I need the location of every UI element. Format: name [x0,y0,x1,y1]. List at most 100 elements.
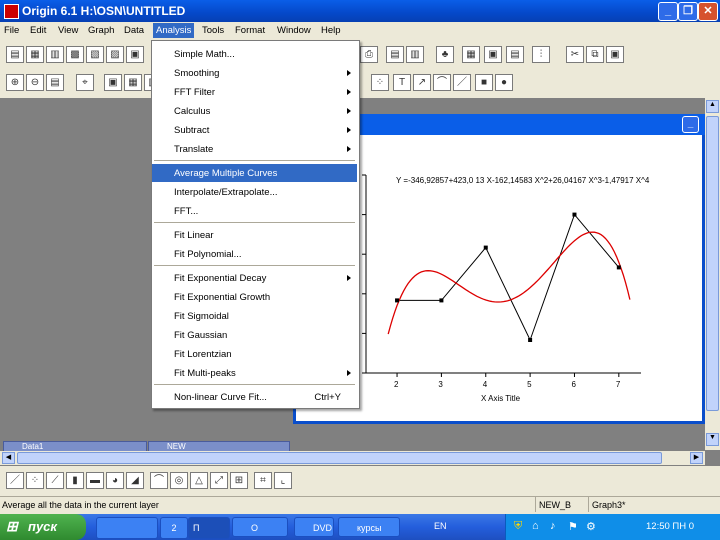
new-matrix-icon[interactable]: ▩ [66,46,84,63]
new-excel-icon[interactable]: ▨ [106,46,124,63]
settings-icon[interactable]: ⚙ [586,520,596,533]
graph-minimize-button[interactable]: _ [682,116,699,133]
menu-item-fft-filter[interactable]: FFT Filter [152,83,357,101]
polar-plot-icon[interactable]: ⌒ [150,472,168,489]
scatter-plot-icon[interactable]: ⁘ [26,472,44,489]
menu-item-subtract[interactable]: Subtract [152,121,357,139]
language-indicator[interactable]: EN [434,521,447,531]
column-icon[interactable]: ⫶ [532,46,550,63]
menu-item-fit-gaussian[interactable]: Fit Gaussian [152,326,357,344]
scroll-up-icon[interactable]: ▲ [706,100,719,113]
zoom-out-icon[interactable]: ⊖ [26,74,44,91]
paste-icon[interactable]: ▣ [606,46,624,63]
taskbar-item-dvd[interactable]: DVD [294,517,334,537]
box-chart-icon[interactable]: ⊞ [230,472,248,489]
cut-icon[interactable]: ✂ [566,46,584,63]
network-icon[interactable]: ⌂ [532,520,539,532]
menu-item-fit-linear[interactable]: Fit Linear [152,226,357,244]
scroll-down-icon[interactable]: ▼ [706,433,719,446]
menu-data[interactable]: Data [124,25,144,36]
taskbar-item-2[interactable]: O [232,517,288,537]
menu-item-fft[interactable]: FFT... [152,202,357,220]
whole-page-icon[interactable]: ▤ [46,74,64,91]
menu-separator [154,160,355,161]
menu-item-fit-lorentzian[interactable]: Fit Lorentzian [152,345,357,363]
restore-button[interactable]: ❐ [678,2,698,21]
menu-item-interpolate[interactable]: Interpolate/Extrapolate... [152,183,357,201]
shield-icon[interactable]: ⛨ [514,520,522,533]
menu-format[interactable]: Format [235,25,265,36]
vector-plot-icon[interactable]: ⤢ [210,472,228,489]
menu-item-average-multiple-curves[interactable]: Average Multiple Curves [152,164,357,182]
app-titlebar[interactable]: Origin 6.1 H:\OSN\UNTITLED _ ❐ ✕ [0,0,720,22]
horizontal-scroll-thumb[interactable] [17,452,662,464]
line-tool-icon[interactable]: ／ [453,74,471,91]
scroll-left-icon[interactable]: ◀ [2,452,15,464]
export-icon[interactable]: ▤ [386,46,404,63]
new-function-icon[interactable]: ▧ [86,46,104,63]
new-graph-icon[interactable]: ▥ [46,46,64,63]
minimize-button[interactable]: _ [658,2,678,21]
pie-chart-icon[interactable]: ◕ [106,472,124,489]
menu-window[interactable]: Window [277,25,311,36]
project-explorer-icon[interactable]: ♣ [436,46,454,63]
close-button[interactable]: ✕ [698,2,718,21]
circle-tool-icon[interactable]: ● [495,74,513,91]
merge-icon[interactable]: ▦ [124,74,142,91]
vertical-scrollbar[interactable]: ▲ ▼ [705,98,720,450]
menu-edit[interactable]: Edit [30,25,46,36]
copy-icon[interactable]: ⧉ [586,46,604,63]
menu-item-fit-exp-growth[interactable]: Fit Exponential Growth [152,288,357,306]
taskbar-group-count[interactable]: 2 [160,517,188,539]
arrow-tool-icon[interactable]: ↗ [413,74,431,91]
horizontal-scrollbar[interactable]: ◀ ▶ [0,451,705,465]
vertical-scroll-thumb[interactable] [706,116,719,411]
menu-tools[interactable]: Tools [202,25,224,36]
text-tool-icon[interactable]: T [393,74,411,91]
taskbar-item-courses[interactable]: курсы [338,517,400,537]
code-builder-icon[interactable]: ▣ [484,46,502,63]
menu-help[interactable]: Help [321,25,341,36]
menu-item-fit-sigmoidal[interactable]: Fit Sigmoidal [152,307,357,325]
start-button[interactable]: ⊞ пуск [0,514,86,540]
menu-graph[interactable]: Graph [88,25,114,36]
line-symbol-plot-icon[interactable]: ⟋ [46,472,64,489]
menu-item-smoothing[interactable]: Smoothing [152,64,357,82]
print-icon[interactable]: ⎙ [360,46,378,63]
ternary-plot-icon[interactable]: ◎ [170,472,188,489]
zoom-in-icon[interactable]: ⊕ [6,74,24,91]
new-project-icon[interactable]: ▤ [6,46,24,63]
volume-icon[interactable]: ♪ [550,520,556,532]
rescale-icon[interactable]: ⌖ [76,74,94,91]
menu-view[interactable]: View [58,25,78,36]
script-window-icon[interactable]: ▤ [506,46,524,63]
data-reader-icon[interactable]: ⁘ [371,74,389,91]
layout-icon[interactable]: ▥ [406,46,424,63]
new-worksheet-icon[interactable]: ▦ [26,46,44,63]
add-layer-icon[interactable]: ▣ [104,74,122,91]
flag-icon[interactable]: ⚑ [568,520,578,533]
menu-file[interactable]: File [4,25,19,36]
scroll-right-icon[interactable]: ▶ [690,452,703,464]
menu-item-fit-polynomial[interactable]: Fit Polynomial... [152,245,357,263]
menu-item-translate[interactable]: Translate [152,140,357,158]
bar-plot-icon[interactable]: ▬ [86,472,104,489]
menu-item-calculus[interactable]: Calculus [152,102,357,120]
triangle-plot-icon[interactable]: △ [190,472,208,489]
area-plot-icon[interactable]: ◢ [126,472,144,489]
menu-item-fit-multi-peaks[interactable]: Fit Multi-peaks [152,364,357,382]
menu-item-simple-math[interactable]: Simple Math... [152,45,357,63]
menu-item-label: Non-linear Curve Fit... [174,392,267,403]
rectangle-tool-icon[interactable]: ■ [475,74,493,91]
results-log-icon[interactable]: ▦ [462,46,480,63]
menu-analysis[interactable]: Analysis [153,23,195,38]
menu-item-fit-exp-decay[interactable]: Fit Exponential Decay [152,269,357,287]
waterfall-icon[interactable]: ⌞ [274,472,292,489]
open-icon[interactable]: ▣ [126,46,144,63]
menu-item-nonlinear-fit[interactable]: Non-linear Curve Fit... Ctrl+Y [152,388,357,406]
taskbar-item-origin[interactable]: П [188,517,230,539]
template-icon[interactable]: ⌗ [254,472,272,489]
line-plot-icon[interactable]: ／ [6,472,24,489]
column-plot-icon[interactable]: ▮ [66,472,84,489]
curve-tool-icon[interactable]: ⌒ [433,74,451,91]
